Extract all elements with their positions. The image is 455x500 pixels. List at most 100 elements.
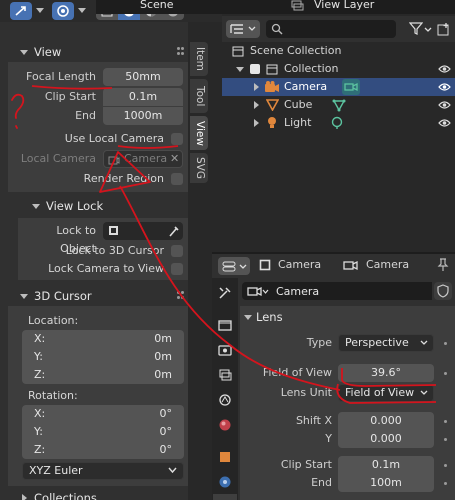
collection-row[interactable]: Collection <box>222 60 455 78</box>
light-object-icon <box>268 117 276 128</box>
light-data-icon[interactable] <box>330 116 344 130</box>
drag-handle-icon[interactable] <box>177 47 180 50</box>
scene-tab-icon[interactable] <box>218 393 232 407</box>
tool-tab-icon[interactable] <box>218 286 232 300</box>
camera-data-icon <box>247 286 262 297</box>
decorator-dot[interactable] <box>444 482 447 485</box>
shift-x-field[interactable]: 0.000 <box>338 412 434 430</box>
new-collection-button[interactable] <box>437 20 453 38</box>
render-tab-icon[interactable] <box>218 318 232 332</box>
camera-data-icon[interactable] <box>342 79 360 95</box>
decorator-dot[interactable] <box>444 372 447 375</box>
location-z-field[interactable]: Z: 0m <box>22 366 184 384</box>
cursor-panel-header[interactable]: 3D Cursor <box>8 286 188 306</box>
lock-camera-checkbox[interactable] <box>171 263 183 275</box>
view-layer-name: View Layer <box>314 0 375 11</box>
decorator-dot[interactable] <box>444 438 447 441</box>
collection-icon <box>266 64 278 75</box>
search-input[interactable] <box>266 20 396 38</box>
visibility-eye-icon[interactable] <box>438 64 451 74</box>
clear-icon[interactable]: ✕ <box>170 151 179 167</box>
eyedropper-icon[interactable] <box>167 224 180 238</box>
expand-icon[interactable] <box>254 119 259 127</box>
focal-length-field[interactable]: 50mm <box>103 68 183 86</box>
visibility-eye-icon[interactable] <box>438 82 451 92</box>
lock-to-object-label: Lock to Object <box>56 224 96 255</box>
camera-data-icon <box>343 260 358 271</box>
decorator-dot[interactable] <box>444 464 447 467</box>
editor-type-button[interactable] <box>218 257 250 275</box>
collections-panel-header[interactable]: Collections <box>8 488 188 500</box>
view-layer-tab-icon[interactable] <box>218 368 232 382</box>
expand-icon[interactable] <box>236 67 244 72</box>
rotation-mode-value: XYZ Euler <box>29 464 83 477</box>
fake-user-button[interactable] <box>434 282 452 300</box>
transform-orientation-icon[interactable] <box>10 2 32 20</box>
rotation-z-field[interactable]: Z: 0° <box>22 441 184 459</box>
scene-selector[interactable]: Scene <box>118 0 208 12</box>
axis-label: Z: <box>34 443 46 456</box>
object-tab-icon[interactable] <box>218 450 232 464</box>
clip-end-field[interactable]: 1000m <box>103 107 183 125</box>
clip-start-field[interactable]: 0.1m <box>103 88 183 106</box>
expand-icon[interactable] <box>254 101 259 109</box>
shield-icon <box>437 284 449 298</box>
lens-clip-start-field[interactable]: 0.1m <box>338 456 434 474</box>
shift-y-field[interactable]: 0.000 <box>338 430 434 448</box>
axis-value: 0m <box>154 332 172 345</box>
location-x-field[interactable]: X: 0m <box>22 330 184 348</box>
location-y-field[interactable]: Y: 0m <box>22 348 184 366</box>
tab-svg[interactable]: SVG <box>190 153 208 183</box>
tab-view[interactable]: View <box>190 116 208 150</box>
rotation-y-field[interactable]: Y: 0° <box>22 423 184 441</box>
tab-tool[interactable]: Tool <box>190 79 208 113</box>
expand-icon[interactable] <box>254 83 259 91</box>
view-lock-header[interactable]: View Lock <box>8 196 188 216</box>
camera-data-tab[interactable] <box>213 494 237 500</box>
axis-label: Y: <box>34 350 43 363</box>
object-icon <box>259 259 271 271</box>
visibility-eye-icon[interactable] <box>438 100 451 110</box>
xray-toggle-icon[interactable] <box>52 2 74 20</box>
drag-handle-icon <box>177 296 180 299</box>
view-layer-selector[interactable]: View Layer <box>290 0 450 12</box>
output-tab-icon[interactable] <box>218 343 232 357</box>
lock-3d-cursor-checkbox[interactable] <box>171 245 183 257</box>
fov-field[interactable]: 39.6° <box>338 364 434 382</box>
lens-panel-header[interactable]: Lens <box>240 306 455 328</box>
scene-collection-row[interactable]: Scene Collection <box>222 42 455 60</box>
axis-label: X: <box>34 332 46 345</box>
camera-object-icon <box>265 81 279 92</box>
rotation-mode-dropdown[interactable]: XYZ Euler <box>22 462 184 480</box>
pin-icon[interactable] <box>437 258 449 272</box>
view-panel-header[interactable]: View <box>8 42 188 62</box>
tab-item[interactable]: Item <box>190 42 208 76</box>
display-mode-button[interactable] <box>226 20 260 38</box>
collapse-icon <box>20 50 28 55</box>
decorator-dot[interactable] <box>444 420 447 423</box>
rotation-x-field[interactable]: X: 0° <box>22 405 184 423</box>
chevron-down-icon <box>248 26 256 31</box>
outliner-item-camera[interactable]: Camera <box>222 78 455 96</box>
datablock-name-input[interactable] <box>272 282 432 300</box>
header-data-name: Camera <box>366 258 410 271</box>
collection-checkbox[interactable] <box>250 64 260 74</box>
lock-object-field[interactable] <box>103 222 183 240</box>
type-dropdown[interactable]: Perspective <box>338 334 434 352</box>
visibility-eye-icon[interactable] <box>438 118 451 128</box>
outliner-item-cube[interactable]: Cube <box>222 96 455 114</box>
world-tab-icon[interactable] <box>218 418 232 432</box>
render-region-checkbox[interactable] <box>171 173 183 185</box>
filter-icon <box>409 22 423 35</box>
outliner-item-light[interactable]: Light <box>222 114 455 132</box>
drag-handle-icon[interactable] <box>177 291 180 294</box>
local-camera-field[interactable]: Camera ✕ <box>103 150 183 168</box>
physics-tab-icon[interactable] <box>218 475 232 489</box>
lens-clip-end-field[interactable]: 100m <box>338 474 434 492</box>
use-local-camera-checkbox[interactable] <box>171 133 183 145</box>
mesh-data-icon[interactable] <box>332 98 346 112</box>
lens-unit-dropdown[interactable]: Field of View <box>338 384 434 402</box>
filter-button[interactable] <box>409 20 433 38</box>
location-label: Location: <box>28 314 79 327</box>
decorator-dot[interactable] <box>444 342 447 345</box>
